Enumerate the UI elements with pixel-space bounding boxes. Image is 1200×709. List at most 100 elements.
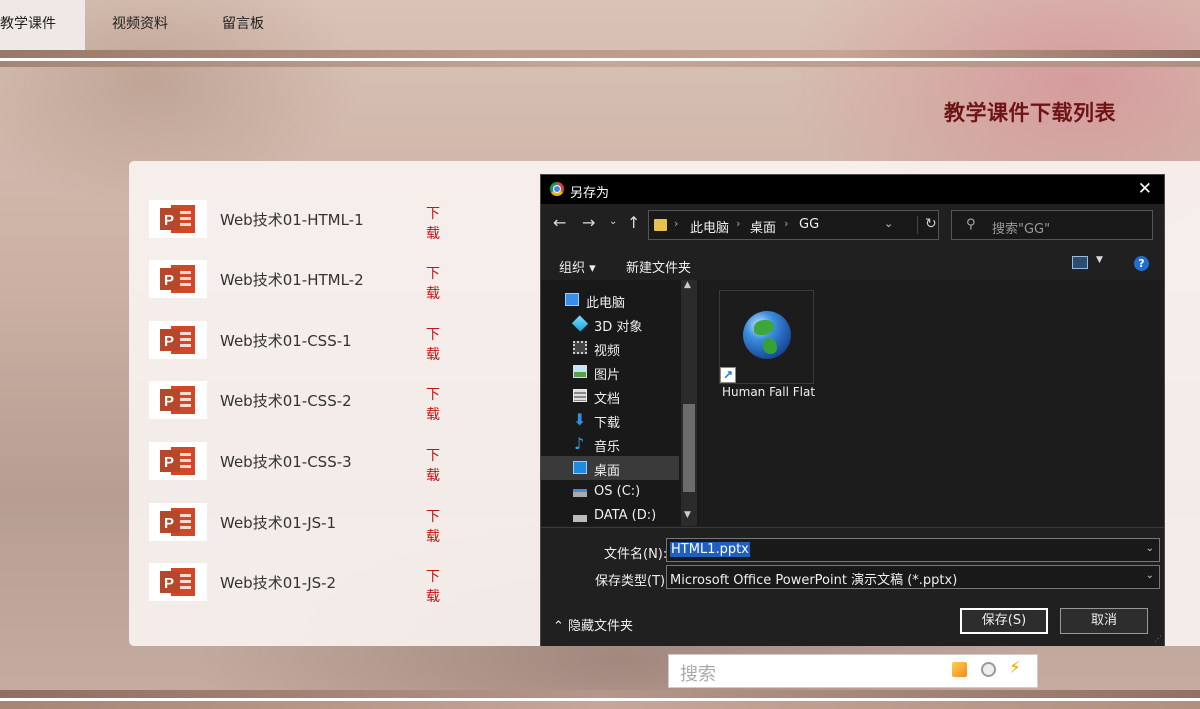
- tree-item-label: 文档: [594, 392, 621, 407]
- file-item-human-fall-flat[interactable]: ↗: [719, 290, 814, 384]
- address-bar[interactable]: › 此电脑 › 桌面 › GG ⌄ ↻: [648, 210, 939, 240]
- tree-item-label: 视频: [594, 344, 621, 359]
- page-title: 教学课件下载列表: [944, 101, 1116, 125]
- recent-locations-dropdown-icon[interactable]: ⌄: [609, 216, 617, 227]
- view-options-icon[interactable]: [1072, 256, 1088, 269]
- list-item: P Web技术01-JS-2 下载: [149, 562, 440, 605]
- list-item: P Web技术01-HTML-2 下载: [149, 259, 440, 302]
- powerpoint-icon: P: [149, 563, 207, 601]
- resize-grip-icon[interactable]: ⋰: [1154, 634, 1162, 643]
- back-arrow-icon[interactable]: ←: [553, 213, 566, 232]
- up-arrow-icon[interactable]: ↑: [627, 213, 640, 232]
- download-link[interactable]: 下载: [426, 506, 440, 546]
- save-as-dialog: 另存为 ✕ ← → ⌄ ↑ › 此电脑 › 桌面 › GG ⌄ ↻ ⚲ 搜索"G…: [540, 174, 1165, 646]
- powerpoint-icon: P: [149, 442, 207, 480]
- nav-item-guestbook[interactable]: 留言板: [195, 0, 291, 50]
- chevron-up-icon: ⌃: [553, 619, 564, 634]
- file-name: Web技术01-CSS-3: [220, 453, 352, 471]
- 3d-objects-icon: [571, 315, 589, 332]
- svg-text:P: P: [164, 454, 174, 471]
- dialog-titlebar[interactable]: 另存为 ✕: [541, 175, 1164, 204]
- file-name: Web技术01-CSS-2: [220, 392, 352, 410]
- scrollbar-thumb[interactable]: [683, 404, 695, 492]
- shortcut-arrow-icon: ↗: [720, 367, 736, 383]
- cancel-button[interactable]: 取消: [1060, 608, 1148, 634]
- header-divider-band: [0, 61, 1200, 67]
- powerpoint-icon: P: [149, 503, 207, 541]
- powerpoint-icon: P: [149, 381, 207, 419]
- music-icon: ♪: [574, 434, 585, 453]
- download-link[interactable]: 下载: [426, 445, 440, 485]
- tree-item-3d-objects[interactable]: 3D 对象: [541, 312, 679, 336]
- globe-icon: [743, 311, 791, 359]
- filetype-value: Microsoft Office PowerPoint 演示文稿 (*.pptx…: [670, 573, 958, 588]
- search-icon: ⚲: [966, 217, 976, 232]
- tree-item-drive-c[interactable]: OS (C:): [541, 480, 679, 504]
- download-link[interactable]: 下载: [426, 324, 440, 364]
- drive-d-icon: [573, 515, 587, 522]
- list-item: P Web技术01-CSS-3 下载: [149, 441, 440, 484]
- help-icon[interactable]: ?: [1134, 256, 1149, 271]
- download-link[interactable]: 下载: [426, 263, 440, 303]
- chevron-down-icon[interactable]: ⌄: [884, 217, 893, 230]
- footer-divider: [0, 690, 1200, 698]
- scroll-down-icon[interactable]: ▼: [684, 510, 691, 520]
- tree-item-downloads[interactable]: ⬇ 下载: [541, 408, 679, 432]
- powerpoint-icon: P: [149, 200, 207, 238]
- tree-item-videos[interactable]: 视频: [541, 336, 679, 360]
- scroll-up-icon[interactable]: ▲: [684, 280, 691, 290]
- tree-item-label: 图片: [594, 368, 621, 383]
- save-button[interactable]: 保存(S): [960, 608, 1048, 634]
- chevron-down-icon[interactable]: ▼: [1096, 255, 1103, 265]
- chevron-down-icon[interactable]: ⌄: [1146, 543, 1154, 554]
- lightning-icon[interactable]: ⚡: [1009, 658, 1021, 678]
- filename-input[interactable]: HTML1.pptx ⌄: [666, 538, 1160, 562]
- close-icon[interactable]: ✕: [1138, 179, 1152, 199]
- download-link[interactable]: 下载: [426, 566, 440, 606]
- tree-item-label: 桌面: [594, 464, 621, 479]
- nav-item-courseware[interactable]: 教学课件: [0, 0, 85, 50]
- hide-folders-label: 隐藏文件夹: [568, 619, 634, 634]
- refresh-icon[interactable]: ↻: [917, 216, 937, 234]
- filename-value: HTML1.pptx: [670, 542, 750, 557]
- svg-text:P: P: [164, 575, 174, 592]
- breadcrumb-this-pc[interactable]: 此电脑: [690, 217, 729, 236]
- video-icon: [573, 341, 587, 354]
- tree-item-desktop[interactable]: 桌面: [541, 456, 679, 480]
- file-view: ↗: [699, 280, 1164, 526]
- tree-item-this-pc[interactable]: 此电脑: [541, 288, 679, 312]
- clock-icon[interactable]: [981, 662, 996, 677]
- folder-icon: [654, 219, 667, 231]
- powerpoint-icon: P: [149, 260, 207, 298]
- filetype-select[interactable]: Microsoft Office PowerPoint 演示文稿 (*.pptx…: [666, 565, 1160, 589]
- nav-item-videos[interactable]: 视频资料: [85, 0, 195, 50]
- tree-scrollbar[interactable]: ▲ ▼: [681, 280, 697, 526]
- filetype-label: 保存类型(T):: [595, 574, 670, 589]
- svg-text:P: P: [164, 515, 174, 532]
- powerpoint-icon: P: [149, 321, 207, 359]
- file-name: Web技术01-CSS-1: [220, 332, 352, 350]
- dialog-title: 另存为: [570, 186, 610, 201]
- new-folder-button[interactable]: 新建文件夹: [626, 257, 691, 276]
- top-nav: 教学课件 视频资料 留言板: [0, 0, 1200, 50]
- emoji-icon[interactable]: [952, 662, 967, 677]
- forward-arrow-icon[interactable]: →: [582, 213, 595, 232]
- search-input[interactable]: 搜索 ⚡: [668, 654, 1038, 688]
- download-link[interactable]: 下载: [426, 384, 440, 424]
- tree-item-pictures[interactable]: 图片: [541, 360, 679, 384]
- search-placeholder: 搜索: [680, 664, 716, 685]
- tree-item-documents[interactable]: 文档: [541, 384, 679, 408]
- tree-item-label: 此电脑: [586, 296, 626, 311]
- organize-button[interactable]: 组织 ▾: [559, 257, 596, 276]
- download-link[interactable]: 下载: [426, 203, 440, 243]
- svg-text:P: P: [164, 393, 174, 410]
- download-icon: ⬇: [573, 410, 587, 429]
- hide-folders-toggle[interactable]: ⌃ 隐藏文件夹: [553, 615, 633, 634]
- tree-item-drive-d[interactable]: DATA (D:): [541, 504, 679, 528]
- breadcrumb-desktop[interactable]: 桌面: [750, 217, 776, 236]
- tree-item-music[interactable]: ♪ 音乐: [541, 432, 679, 456]
- breadcrumb-gg[interactable]: GG: [799, 217, 819, 232]
- chevron-down-icon[interactable]: ⌄: [1146, 570, 1154, 581]
- folder-search-input[interactable]: ⚲ 搜索"GG": [951, 210, 1153, 240]
- drive-c-icon: [573, 489, 587, 497]
